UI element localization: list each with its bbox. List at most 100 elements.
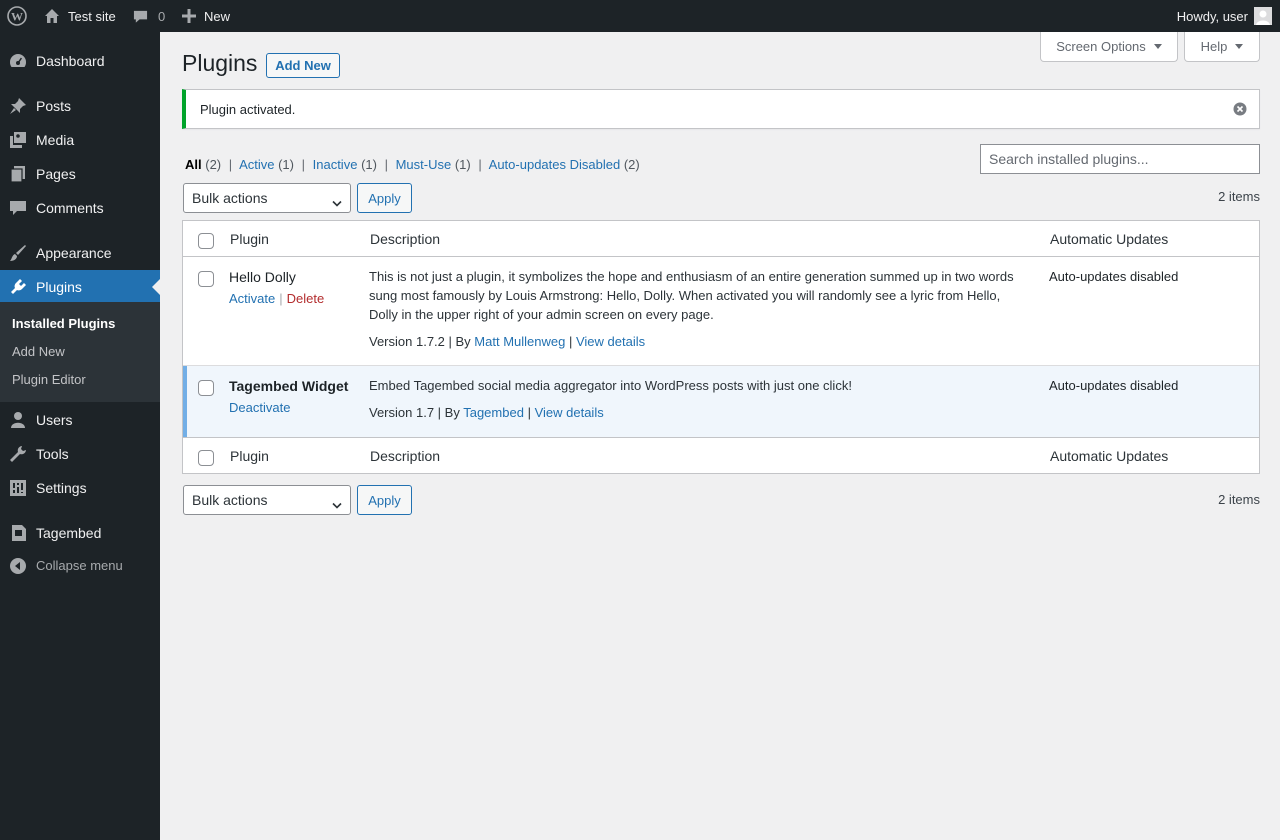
- plugin-icon: [9, 278, 27, 296]
- table-row: Hello Dolly Activate | Delete This is not …: [183, 257, 1259, 366]
- dismiss-icon[interactable]: [1233, 102, 1247, 116]
- sidebar-item-label: Posts: [36, 98, 72, 114]
- items-count-top: 2 items: [1218, 189, 1260, 204]
- plugin-description: Embed Tagembed social media aggregator i…: [369, 378, 852, 393]
- filter-inactive[interactable]: Inactive: [313, 157, 358, 172]
- sidebar-item-tagembed[interactable]: Tagembed: [0, 516, 160, 550]
- submenu-add-new[interactable]: Add New: [12, 342, 65, 362]
- meta-separator: |: [527, 405, 531, 420]
- admin-bar: W Test site 0 New Howdy, user: [0, 0, 1280, 32]
- filter-must-use[interactable]: Must-Use: [396, 157, 452, 172]
- comments-count: 0: [158, 8, 166, 24]
- row-actions: Deactivate: [229, 400, 290, 415]
- screen-options-button[interactable]: Screen Options: [1040, 32, 1178, 62]
- submenu-plugin-editor[interactable]: Plugin Editor: [12, 370, 86, 390]
- collapse-arrow-icon: [9, 557, 27, 575]
- plugin-version: Version 1.7.2 | By: [369, 334, 471, 349]
- plugin-meta: Version 1.7.2 | By Matt Mullenweg | View…: [369, 334, 645, 349]
- sidebar-item-posts[interactable]: Posts: [0, 89, 160, 123]
- help-label: Help: [1200, 39, 1228, 54]
- filter-active[interactable]: Active: [239, 157, 274, 172]
- caret-down-icon: [1235, 44, 1244, 49]
- settings-icon: [9, 479, 27, 497]
- row-actions: Activate | Delete: [229, 291, 325, 306]
- plugin-status-filters: All (2) | Active (1) | Inactive (1) | Mu…: [185, 157, 640, 172]
- select-all-checkbox[interactable]: [198, 450, 214, 466]
- sidebar-item-label: Tools: [36, 446, 69, 462]
- plugin-description: This is not just a plugin, it symbolizes…: [369, 269, 1014, 322]
- author-link[interactable]: Matt Mullenweg: [474, 334, 565, 349]
- delete-link[interactable]: Delete: [287, 291, 325, 306]
- wordpress-logo-icon[interactable]: W: [7, 0, 27, 32]
- howdy-text: Howdy, user: [1176, 8, 1248, 24]
- column-plugin: Plugin: [230, 448, 269, 464]
- collapse-label: Collapse menu: [36, 558, 123, 573]
- view-details-link[interactable]: View details: [535, 405, 604, 420]
- row-checkbox[interactable]: [198, 271, 214, 287]
- filter-inactive-count: (1): [361, 157, 377, 172]
- sidebar-item-label: Appearance: [36, 245, 112, 261]
- sidebar-item-label: Comments: [36, 200, 104, 216]
- sidebar-item-label: Dashboard: [36, 53, 105, 69]
- submenu-installed-plugins[interactable]: Installed Plugins: [12, 314, 115, 334]
- wrench-icon: [9, 445, 27, 463]
- plus-icon: [182, 9, 196, 23]
- site-name-link[interactable]: Test site: [44, 0, 116, 32]
- sidebar-item-appearance[interactable]: Appearance: [0, 236, 160, 270]
- column-automatic-updates: Automatic Updates: [1050, 231, 1169, 247]
- help-button[interactable]: Help: [1184, 32, 1260, 62]
- bulk-actions-select-bottom[interactable]: Bulk actions: [183, 485, 351, 515]
- sidebar-item-label: Pages: [36, 166, 76, 182]
- user-account-link[interactable]: Howdy, user: [1177, 0, 1272, 32]
- sidebar-item-pages[interactable]: Pages: [0, 157, 160, 191]
- deactivate-link[interactable]: Deactivate: [229, 400, 290, 415]
- filter-auto-updates-disabled[interactable]: Auto-updates Disabled: [489, 157, 621, 172]
- plugin-version: Version 1.7 | By: [369, 405, 460, 420]
- search-plugins-input[interactable]: [980, 144, 1260, 174]
- activate-link[interactable]: Activate: [229, 291, 275, 306]
- auto-updates-status: Auto-updates disabled: [1049, 269, 1179, 284]
- bulk-actions-label: Bulk actions: [192, 190, 268, 206]
- brush-icon: [9, 244, 27, 262]
- new-content-link[interactable]: New: [182, 0, 230, 32]
- dashboard-icon: [9, 52, 27, 70]
- tagembed-icon: [9, 524, 27, 542]
- collapse-menu-button[interactable]: Collapse menu: [0, 549, 160, 583]
- apply-button-top[interactable]: Apply: [357, 183, 412, 213]
- meta-separator: |: [568, 334, 573, 349]
- sidebar-item-comments[interactable]: Comments: [0, 191, 160, 225]
- apply-button-bottom[interactable]: Apply: [357, 485, 412, 515]
- column-automatic-updates: Automatic Updates: [1050, 448, 1169, 464]
- comment-icon: [133, 9, 148, 24]
- author-link[interactable]: Tagembed: [463, 405, 524, 420]
- sidebar-item-label: Settings: [36, 480, 87, 496]
- media-icon: [9, 131, 27, 149]
- select-all-checkbox[interactable]: [198, 233, 214, 249]
- sidebar-item-settings[interactable]: Settings: [0, 471, 160, 505]
- filter-auto-updates-count: (2): [623, 157, 640, 172]
- sidebar-item-dashboard[interactable]: Dashboard: [0, 44, 160, 78]
- plugin-name: Hello Dolly: [229, 269, 296, 285]
- comments-link[interactable]: 0: [133, 0, 165, 32]
- table-footer: Plugin Description Automatic Updates: [183, 437, 1259, 473]
- sidebar-item-users[interactable]: Users: [0, 403, 160, 437]
- row-checkbox[interactable]: [198, 380, 214, 396]
- bulk-actions-select-top[interactable]: Bulk actions: [183, 183, 351, 213]
- sidebar-item-label: Users: [36, 412, 73, 428]
- table-header: Plugin Description Automatic Updates: [183, 221, 1259, 257]
- sidebar-item-plugins[interactable]: Plugins: [0, 270, 160, 304]
- plugins-submenu: Installed Plugins Add New Plugin Editor: [0, 302, 160, 402]
- filter-separator: |: [478, 157, 482, 172]
- chevron-down-icon: [332, 497, 342, 509]
- sidebar-item-tools[interactable]: Tools: [0, 437, 160, 471]
- caret-down-icon: [1153, 44, 1162, 49]
- sidebar-item-media[interactable]: Media: [0, 123, 160, 157]
- add-new-button[interactable]: Add New: [266, 53, 340, 78]
- view-details-link[interactable]: View details: [576, 334, 645, 349]
- filter-all[interactable]: All: [185, 157, 202, 172]
- svg-text:W: W: [11, 10, 23, 24]
- sidebar-item-label: Media: [36, 132, 75, 148]
- page-title: Plugins: [182, 50, 258, 76]
- filter-separator: |: [228, 157, 233, 172]
- sidebar-item-label: Tagembed: [36, 525, 102, 541]
